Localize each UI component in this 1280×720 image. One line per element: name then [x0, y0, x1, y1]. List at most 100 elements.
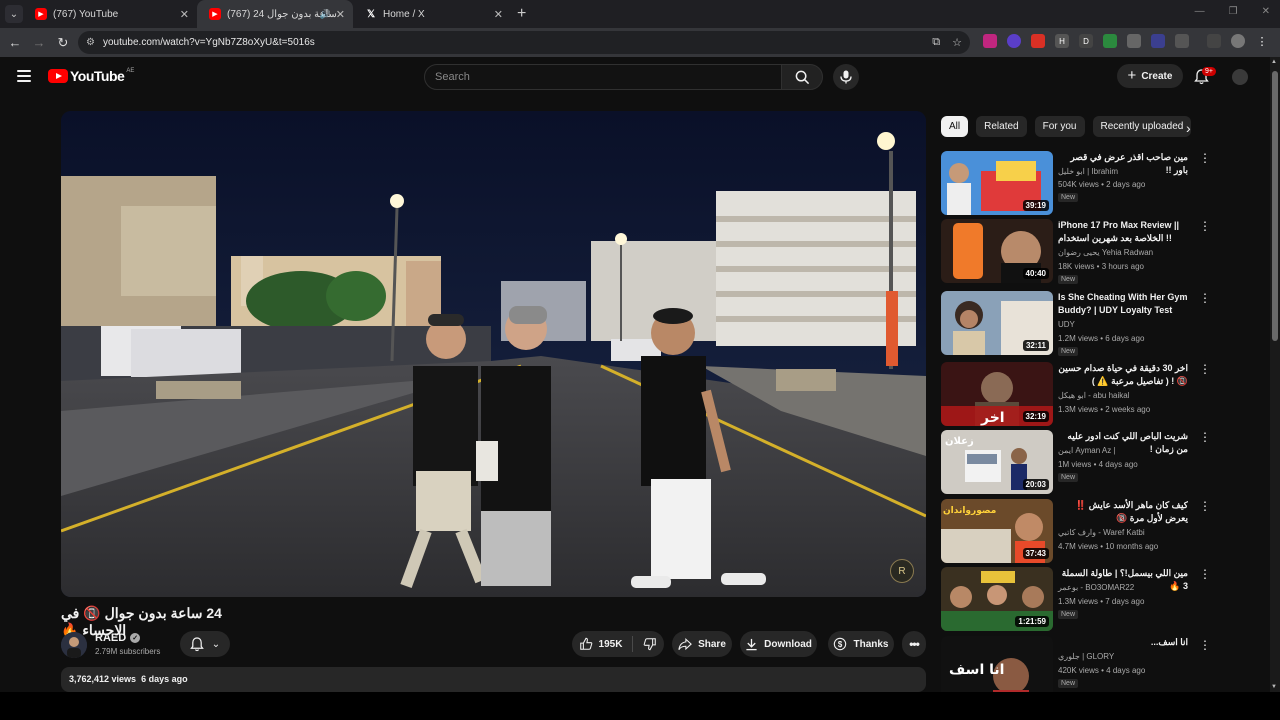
recommendation-item[interactable]: اخر 32:19 اخر 30 دقيقة في حياة صدام حسين…: [941, 362, 1211, 426]
more-vertical-icon[interactable]: ⋮: [1199, 220, 1211, 232]
video-thumbnail[interactable]: 1:21:59: [941, 567, 1053, 631]
recommendation-title[interactable]: iPhone 17 Pro Max Review || الخلاصة بعد …: [1058, 219, 1188, 245]
recommendation-title[interactable]: كيف كان ماهر الأسد عايش ‼️ يعرض لأول مرة…: [1058, 499, 1188, 525]
channel-avatar[interactable]: [61, 632, 87, 658]
video-player[interactable]: R: [61, 111, 926, 597]
browser-tab-x[interactable]: 𝕏 Home / X ✕: [353, 0, 511, 28]
video-thumbnail[interactable]: اخر 32:19: [941, 362, 1053, 426]
extension-h-icon[interactable]: H: [1055, 34, 1069, 48]
recommendation-title[interactable]: اخر 30 دقيقة في حياة صدام حسين 📵 ! ( تفا…: [1058, 362, 1188, 388]
recommendation-channel[interactable]: ابو خليل | Ibrahim: [1058, 167, 1118, 176]
more-vertical-icon[interactable]: ⋮: [1199, 431, 1211, 443]
search-input[interactable]: Search: [424, 64, 782, 90]
video-title: 24 ساعة بدون جوال 📵 في الاحساء 🔥: [61, 605, 222, 638]
extension-diamond-icon[interactable]: [1127, 34, 1141, 48]
chip-related[interactable]: Related: [976, 116, 1027, 137]
more-actions-button[interactable]: •••: [902, 631, 926, 657]
recommendation-item[interactable]: 40:40 iPhone 17 Pro Max Review || الخلاص…: [941, 219, 1211, 284]
maximize-icon[interactable]: ❐: [1229, 6, 1238, 17]
search-button[interactable]: [781, 64, 823, 90]
new-tab-button[interactable]: +: [517, 5, 526, 23]
more-vertical-icon[interactable]: ⋮: [1199, 568, 1211, 580]
video-thumbnail[interactable]: 40:40: [941, 219, 1053, 283]
description-box[interactable]: 3,762,412 views 6 days ago: [61, 667, 926, 692]
close-tab-icon[interactable]: ✕: [494, 8, 503, 21]
voice-search-button[interactable]: [833, 64, 859, 90]
subscription-notifications-button[interactable]: ⌄: [180, 631, 230, 657]
browser-toolbar: ← → ↻ ⚙ youtube.com/watch?v=YgNb7Z8oXyU&…: [0, 28, 1280, 57]
bookmark-star-icon[interactable]: ☆: [952, 36, 962, 49]
reload-icon[interactable]: ↻: [51, 35, 75, 51]
site-info-icon[interactable]: ⚙: [86, 37, 95, 48]
install-app-icon[interactable]: ⧉: [932, 36, 940, 49]
channel-name[interactable]: RAED ✓: [95, 632, 141, 644]
account-avatar[interactable]: [1232, 69, 1248, 85]
recommendation-channel[interactable]: وارف كاتبي - Waref Katbi: [1058, 528, 1145, 537]
chip-recently-uploaded[interactable]: Recently uploaded: [1092, 116, 1192, 137]
recommendation-item[interactable]: 39:19 مين صاحب اقذر عرض في قصر باور !! ا…: [941, 151, 1211, 215]
thumbs-down-icon[interactable]: [643, 637, 657, 651]
like-button[interactable]: 195K: [579, 637, 622, 651]
channel-watermark[interactable]: R: [890, 559, 914, 583]
close-window-icon[interactable]: ✕: [1262, 6, 1270, 17]
scroll-down-icon[interactable]: ▼: [1271, 684, 1277, 690]
more-vertical-icon[interactable]: ⋮: [1199, 152, 1211, 164]
address-bar[interactable]: ⚙ youtube.com/watch?v=YgNb7Z8oXyU&t=5016…: [78, 31, 970, 54]
profile-avatar-icon[interactable]: [1231, 34, 1245, 48]
video-thumbnail[interactable]: مصورواندان 37:43: [941, 499, 1053, 563]
page-scrollbar[interactable]: ▲ ▼: [1270, 57, 1280, 692]
browser-tab-youtube-home[interactable]: ▶ (767) YouTube ✕: [23, 0, 197, 28]
video-thumbnail[interactable]: 32:11: [941, 291, 1053, 355]
more-vertical-icon[interactable]: ⋮: [1199, 500, 1211, 512]
audio-playing-icon[interactable]: 🔊: [320, 9, 331, 20]
recommendation-channel[interactable]: بوعمر - BO3OMAR22: [1058, 583, 1134, 592]
scroll-up-icon[interactable]: ▲: [1271, 59, 1277, 65]
recommendation-channel[interactable]: جلوري | GLORY: [1058, 652, 1114, 661]
browser-tab-video[interactable]: ▶ (767) 24 ساعة بدون جوال 🔊 ✕: [197, 0, 353, 28]
recommendation-item[interactable]: مصورواندان 37:43 كيف كان ماهر الأسد عايش…: [941, 499, 1211, 563]
back-icon[interactable]: ←: [3, 35, 27, 50]
recommendation-item[interactable]: 1:21:59 مين اللي بيسمل!؟ | طاولة السملة …: [941, 567, 1211, 631]
tab-search-button[interactable]: ⌄: [5, 5, 23, 23]
window-controls: — ❐ ✕: [1195, 6, 1270, 17]
recommendation-channel[interactable]: ايمن Ayman Az |: [1058, 446, 1116, 455]
recommendation-channel[interactable]: UDY: [1058, 320, 1075, 329]
recommendation-title[interactable]: Is She Cheating With Her Gym Buddy? | UD…: [1058, 291, 1188, 317]
recommendation-channel[interactable]: يحيى رضوان Yehia Radwan: [1058, 248, 1153, 257]
chip-for-you[interactable]: For you: [1034, 116, 1085, 137]
more-vertical-icon[interactable]: ⋮: [1199, 292, 1211, 304]
extension-pink-icon[interactable]: [983, 34, 997, 48]
divider: [632, 636, 634, 652]
close-tab-icon[interactable]: ✕: [336, 8, 345, 21]
recommendation-channel[interactable]: ابو هيكل - abu haikal: [1058, 391, 1130, 400]
minimize-icon[interactable]: —: [1195, 6, 1205, 17]
extension-green-shield-icon[interactable]: [1103, 34, 1117, 48]
forward-icon[interactable]: →: [27, 35, 51, 50]
extensions-puzzle-icon[interactable]: [1175, 34, 1189, 48]
chip-all[interactable]: All: [941, 116, 969, 137]
thanks-button[interactable]: $ Thanks: [828, 631, 894, 657]
video-thumbnail[interactable]: زعلان 20:03: [941, 430, 1053, 494]
scrollbar-thumb[interactable]: [1272, 71, 1278, 341]
recommendation-item[interactable]: زعلان 20:03 شريت الباص اللي كنت ادور علي…: [941, 430, 1211, 494]
share-button[interactable]: Share: [672, 631, 732, 657]
extension-red-icon[interactable]: [1031, 34, 1045, 48]
video-thumbnail[interactable]: 39:19: [941, 151, 1053, 215]
extension-d-icon[interactable]: D: [1079, 34, 1093, 48]
youtube-logo[interactable]: YouTube AE: [48, 68, 134, 84]
extension-eye-icon[interactable]: [1151, 34, 1165, 48]
extension-shield-icon[interactable]: [1007, 34, 1021, 48]
close-tab-icon[interactable]: ✕: [180, 8, 189, 21]
recommendation-item[interactable]: انا اسف انا اسف... جلوري | GLORY 420K vi…: [941, 636, 1209, 692]
create-button[interactable]: + Create: [1117, 64, 1183, 88]
reading-list-icon[interactable]: [1207, 34, 1221, 48]
download-button[interactable]: Download: [740, 631, 817, 657]
more-vertical-icon[interactable]: ⋮: [1199, 363, 1211, 375]
menu-icon[interactable]: [17, 70, 31, 82]
browser-menu-icon[interactable]: ⋮: [1255, 34, 1269, 48]
recommendation-item[interactable]: 32:11 Is She Cheating With Her Gym Buddy…: [941, 291, 1211, 356]
recommendation-title[interactable]: انا اسف...: [1058, 636, 1188, 649]
chevron-right-icon[interactable]: ›: [1186, 120, 1191, 136]
more-vertical-icon[interactable]: ⋮: [1199, 639, 1209, 651]
video-thumbnail[interactable]: انا اسف: [941, 636, 1053, 692]
